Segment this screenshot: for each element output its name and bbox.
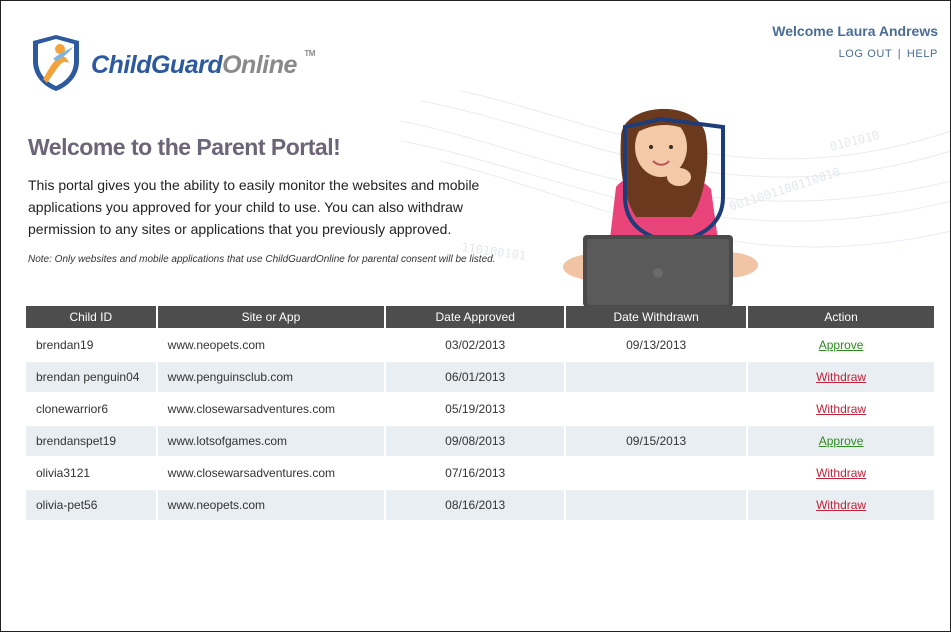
brand-name-part1: ChildGuard xyxy=(91,50,223,79)
cell-child-id: olivia3121 xyxy=(26,456,156,488)
withdraw-link[interactable]: Withdraw xyxy=(816,370,866,384)
brand-logo[interactable]: ChildGuardOnline TM xyxy=(29,33,315,93)
cell-date-withdrawn xyxy=(566,392,747,424)
cell-action: Approve xyxy=(748,424,934,456)
cell-site: www.penguinsclub.com xyxy=(157,360,385,392)
cell-date-approved: 09/08/2013 xyxy=(386,424,565,456)
table-row: olivia-pet56 www.neopets.com 08/16/2013 … xyxy=(26,488,934,520)
cell-child-id: clonewarrior6 xyxy=(26,392,156,424)
cell-child-id: olivia-pet56 xyxy=(26,488,156,520)
table-row: brendan19 www.neopets.com 03/02/2013 09/… xyxy=(26,328,934,360)
table-row: brendan penguin04 www.penguinsclub.com 0… xyxy=(26,360,934,392)
header-action[interactable]: Action xyxy=(748,306,934,328)
cell-child-id: brendan19 xyxy=(26,328,156,360)
table-row: olivia3121 www.closewarsadventures.com 0… xyxy=(26,456,934,488)
cell-action: Approve xyxy=(748,328,934,360)
cell-action: Withdraw xyxy=(748,456,934,488)
cell-action: Withdraw xyxy=(748,488,934,520)
logout-link[interactable]: LOG OUT xyxy=(839,48,893,60)
page-frame: 0011001100110010 0101010 110100101 Child… xyxy=(0,0,951,632)
portal-description: This portal gives you the ability to eas… xyxy=(28,177,480,237)
page-title: Welcome to the Parent Portal! xyxy=(28,134,341,160)
table-header-row: Child ID Site or App Date Approved Date … xyxy=(26,306,934,328)
approve-link[interactable]: Approve xyxy=(819,434,864,448)
cell-site: www.lotsofgames.com xyxy=(157,424,385,456)
header-child-id[interactable]: Child ID xyxy=(26,306,156,328)
table-row: brendanspet19 www.lotsofgames.com 09/08/… xyxy=(26,424,934,456)
cell-child-id: brendanspet19 xyxy=(26,424,156,456)
cell-site: www.neopets.com xyxy=(157,488,385,520)
cell-date-withdrawn xyxy=(566,360,747,392)
header-date-withdrawn[interactable]: Date Withdrawn xyxy=(566,306,747,328)
link-separator: | xyxy=(897,48,902,60)
cell-date-approved: 05/19/2013 xyxy=(386,392,565,424)
header-links: LOG OUT | HELP xyxy=(839,48,938,60)
cell-action: Withdraw xyxy=(748,392,934,424)
cell-date-approved: 06/01/2013 xyxy=(386,360,565,392)
cell-date-approved: 07/16/2013 xyxy=(386,456,565,488)
help-link[interactable]: HELP xyxy=(907,48,938,60)
withdraw-link[interactable]: Withdraw xyxy=(816,498,866,512)
cell-date-withdrawn xyxy=(566,456,747,488)
welcome-message: Welcome Laura Andrews xyxy=(772,23,938,39)
cell-action: Withdraw xyxy=(748,360,934,392)
withdraw-link[interactable]: Withdraw xyxy=(816,466,866,480)
withdraw-link[interactable]: Withdraw xyxy=(816,402,866,416)
cell-child-id: brendan penguin04 xyxy=(26,360,156,392)
portal-note: Note: Only websites and mobile applicati… xyxy=(28,254,496,265)
brand-wordmark: ChildGuardOnline TM xyxy=(91,49,315,80)
cell-date-withdrawn xyxy=(566,488,747,520)
cell-site: www.closewarsadventures.com xyxy=(157,456,385,488)
header-site-or-app[interactable]: Site or App xyxy=(157,306,385,328)
trademark-mark: TM xyxy=(304,48,315,58)
approvals-table: Child ID Site or App Date Approved Date … xyxy=(24,306,936,520)
brand-name-part2: Online xyxy=(222,50,297,79)
cell-site: www.closewarsadventures.com xyxy=(157,392,385,424)
svg-text:0101010: 0101010 xyxy=(828,128,880,154)
shield-icon xyxy=(33,35,79,91)
table-row: clonewarrior6 www.closewarsadventures.co… xyxy=(26,392,934,424)
cell-date-approved: 03/02/2013 xyxy=(386,328,565,360)
cell-date-approved: 08/16/2013 xyxy=(386,488,565,520)
cell-date-withdrawn: 09/13/2013 xyxy=(566,328,747,360)
cell-site: www.neopets.com xyxy=(157,328,385,360)
approve-link[interactable]: Approve xyxy=(819,338,864,352)
header-date-approved[interactable]: Date Approved xyxy=(386,306,565,328)
girl-with-laptop-illustration xyxy=(563,108,758,307)
cell-date-withdrawn: 09/15/2013 xyxy=(566,424,747,456)
